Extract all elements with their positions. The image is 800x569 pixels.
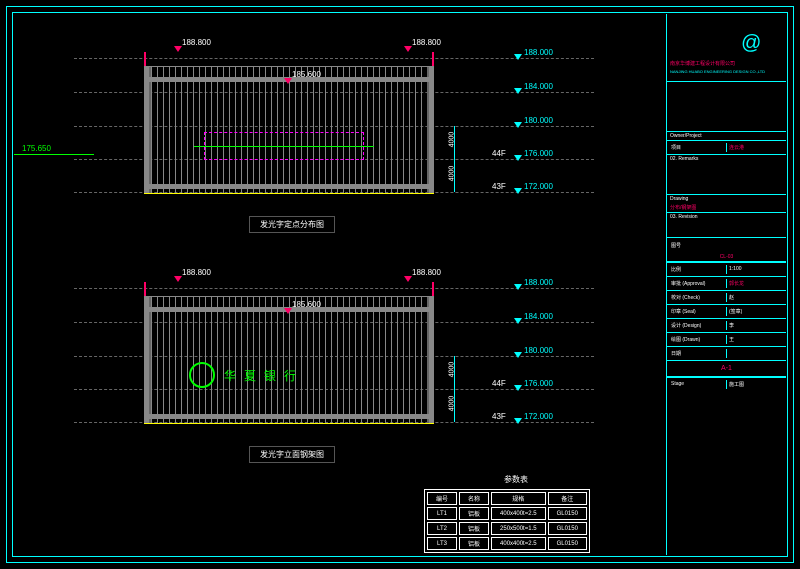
elev2-dim2: 4000 [448, 396, 455, 412]
elev2-top-right: 188.800 [412, 268, 441, 277]
elev2-center: 185.600 [292, 300, 321, 309]
building-grid-1 [144, 66, 434, 194]
elev1-top-right: 188.800 [412, 38, 441, 47]
elevation-1: 188.800 188.800 185.600 175.650 188.000 … [74, 44, 594, 244]
pt-h3: 备注 [548, 492, 587, 505]
elev2-dim1: 4000 [448, 362, 455, 378]
company-name-en: NANJING HUABO ENGINEERING DESIGN CO.,LTD [667, 68, 786, 75]
company-name: 南京华博建工程设计有限公司 [667, 59, 786, 68]
drawing-area: 188.800 188.800 185.600 175.650 188.000 … [14, 14, 664, 555]
elev1-dim2: 4000 [448, 166, 455, 182]
pt-h0: 编号 [427, 492, 457, 505]
signage-text: 华夏银行 [224, 367, 304, 384]
elevation-2: 华夏银行 188.800 188.800 185.600 188.000 184… [74, 274, 594, 474]
elev1-side-ref: 175.650 [22, 144, 51, 153]
company-logo-icon: @ [741, 32, 761, 55]
elev1-lvl2: 180.000 [524, 116, 553, 125]
elev1-dim1: 4000 [448, 132, 455, 148]
building-grid-2 [144, 296, 434, 424]
elev2-lvl0: 188.000 [524, 278, 553, 287]
tb-owner-label: Owner/Project [667, 132, 786, 140]
elev1-center: 185.600 [292, 70, 321, 79]
elev2-lvl1: 184.000 [524, 312, 553, 321]
elev1-lvl3f: 44F [492, 149, 506, 158]
tb-drawing: Drawing [667, 195, 786, 203]
elev2-lvl4: 172.000 [524, 412, 553, 421]
logo-circle [189, 362, 215, 388]
elev1-lvl4: 172.000 [524, 182, 553, 191]
elev2-lvl2: 180.000 [524, 346, 553, 355]
elev1-lvl3: 176.000 [524, 149, 553, 158]
param-table-title: 参数表 [504, 474, 528, 485]
elev2-lvl3: 176.000 [524, 379, 553, 388]
elev2-lvl4f: 43F [492, 412, 506, 421]
tb-revision: 03. Revision [667, 213, 786, 221]
elev2-lvl3f: 44F [492, 379, 506, 388]
elev2-top-left: 188.800 [182, 268, 211, 277]
pt-h2: 规格 [491, 492, 546, 505]
title-block: @ 南京华博建工程设计有限公司 NANJING HUABO ENGINEERIN… [666, 14, 786, 555]
elev1-lvl4f: 43F [492, 182, 506, 191]
tb-remarks: 02. Remarks [667, 155, 786, 163]
param-table: 编号 名称 规格 备注 LT1 铝板 400x400t=2.5 GL0150 L… [424, 489, 590, 553]
elev1-top-left: 188.800 [182, 38, 211, 47]
elev1-lvl0: 188.000 [524, 48, 553, 57]
tb-dwg-no-label: 图号 [667, 238, 786, 253]
elev1-lvl1: 184.000 [524, 82, 553, 91]
pt-h1: 名称 [459, 492, 489, 505]
elev2-title: 发光字立面钢架图 [249, 446, 335, 463]
elev1-title: 发光字定点分布图 [249, 216, 335, 233]
